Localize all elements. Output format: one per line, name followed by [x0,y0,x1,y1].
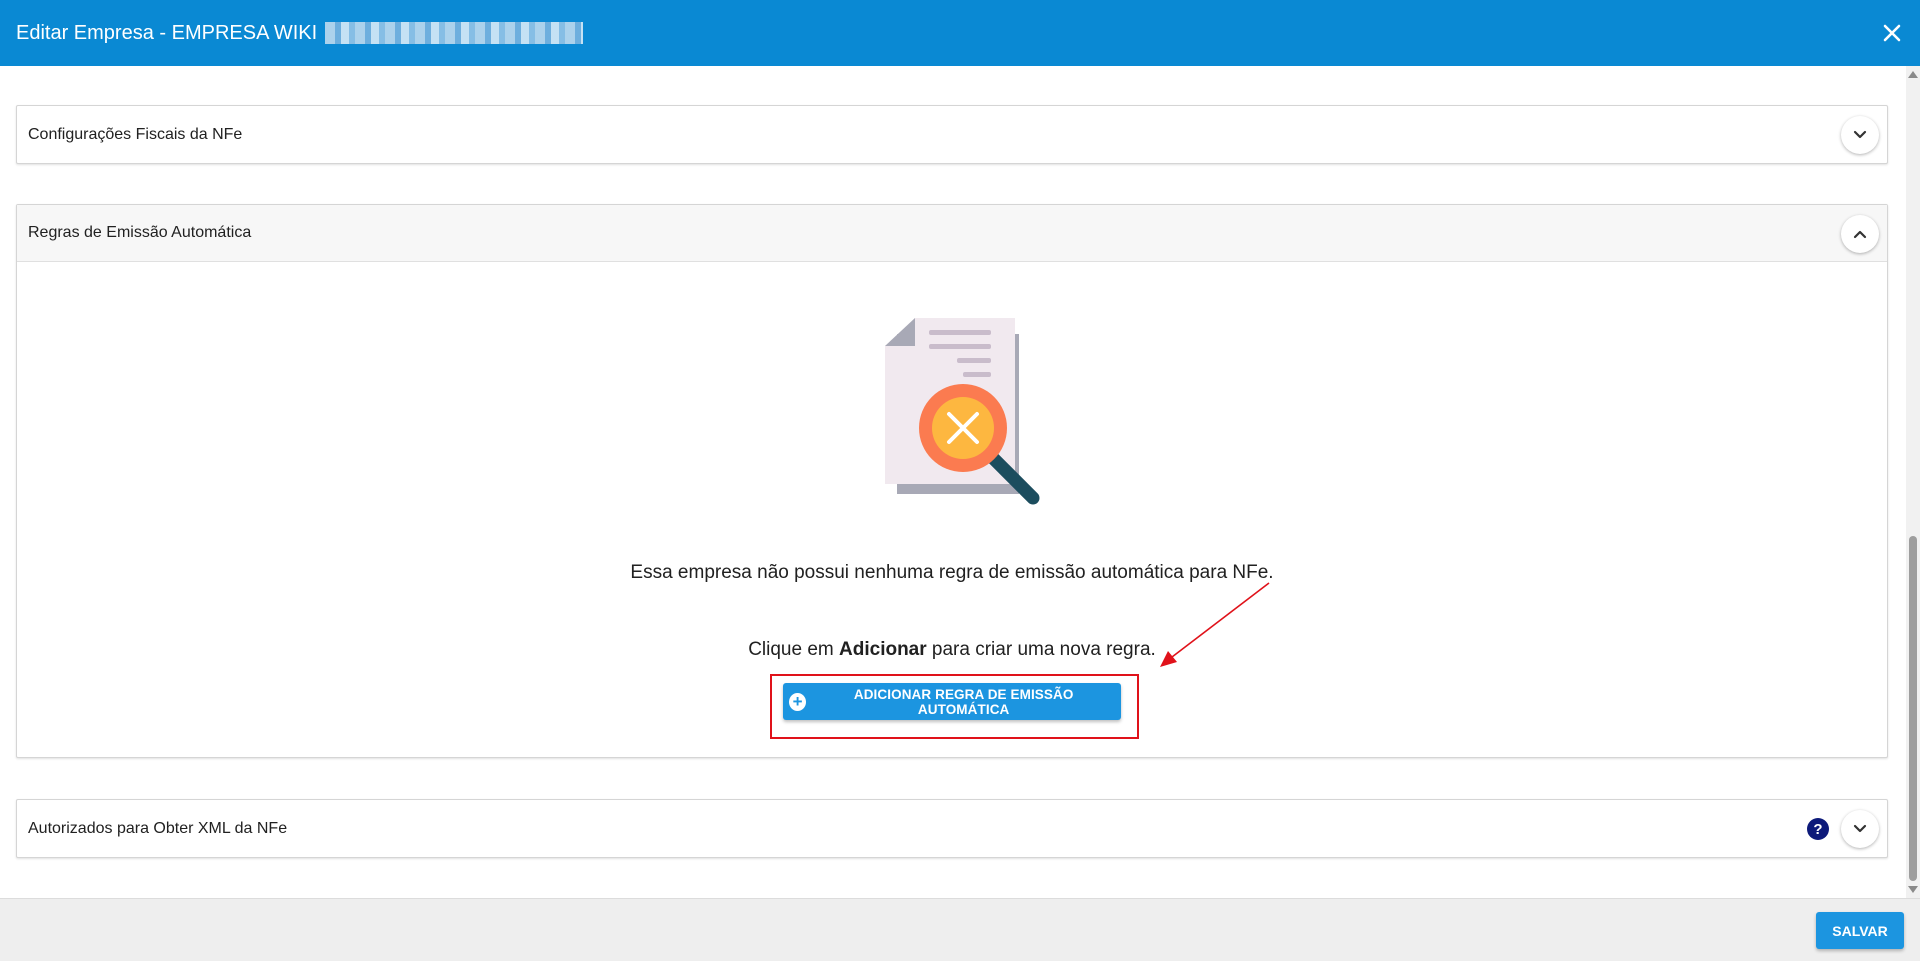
expand-authorized-button[interactable] [1841,810,1879,848]
chevron-up-icon [1853,230,1867,239]
scroll-up-arrow-icon[interactable] [1908,71,1918,78]
expand-fiscal-button[interactable] [1841,116,1879,154]
chevron-down-icon [1853,130,1867,139]
panel-authorized-xml: Autorizados para Obter XML da NFe ? [16,799,1888,858]
vertical-scrollbar[interactable] [1906,66,1920,898]
dialog-footer: SALVAR [0,898,1920,961]
chevron-down-icon [1853,824,1867,833]
panel-auto-emission-rules: Regras de Emissão Automática Essa empres… [16,204,1888,758]
dialog-title: Editar Empresa - EMPRESA WIKI [16,21,318,44]
panel-authorized-xml-header[interactable]: Autorizados para Obter XML da NFe ? [17,800,1887,857]
panel-fiscal-config: Configurações Fiscais da NFe [16,105,1888,164]
dialog-content: Configurações Fiscais da NFe Regras de E… [0,66,1906,898]
collapse-rules-button[interactable] [1841,215,1879,253]
save-button[interactable]: SALVAR [1816,912,1904,949]
panel-auto-emission-rules-header[interactable]: Regras de Emissão Automática [17,205,1887,262]
document-search-not-found-icon [885,318,1040,505]
add-hint: Clique em Adicionar para criar uma nova … [17,639,1887,661]
panel-fiscal-config-header[interactable]: Configurações Fiscais da NFe [17,106,1887,163]
add-hint-after: para criar uma nova regra. [926,639,1156,660]
scrollbar-thumb[interactable] [1909,536,1917,881]
empty-state: Essa empresa não possui nenhuma regra de… [17,262,1887,757]
dialog-title-wrap: Editar Empresa - EMPRESA WIKI [16,21,584,45]
add-rule-button-label: ADICIONAR REGRA DE EMISSÃO AUTOMÁTICA [853,686,1074,717]
scroll-down-arrow-icon[interactable] [1908,886,1918,893]
close-button[interactable] [1880,21,1904,45]
dialog-header: Editar Empresa - EMPRESA WIKI [0,0,1920,66]
close-icon [1883,24,1901,42]
add-hint-bold: Adicionar [839,639,927,660]
add-hint-before: Clique em [748,639,840,660]
panel-authorized-xml-title: Autorizados para Obter XML da NFe [28,819,288,837]
empty-message: Essa empresa não possui nenhuma regra de… [630,562,1274,583]
add-auto-emission-rule-button[interactable]: + ADICIONAR REGRA DE EMISSÃO AUTOMÁTICA [783,683,1121,720]
help-icon[interactable]: ? [1807,818,1829,840]
redacted-company-id [325,22,584,44]
panel-auto-emission-rules-title: Regras de Emissão Automática [28,224,252,241]
plus-circle-icon: + [789,692,807,711]
panel-fiscal-config-title: Configurações Fiscais da NFe [28,125,243,143]
